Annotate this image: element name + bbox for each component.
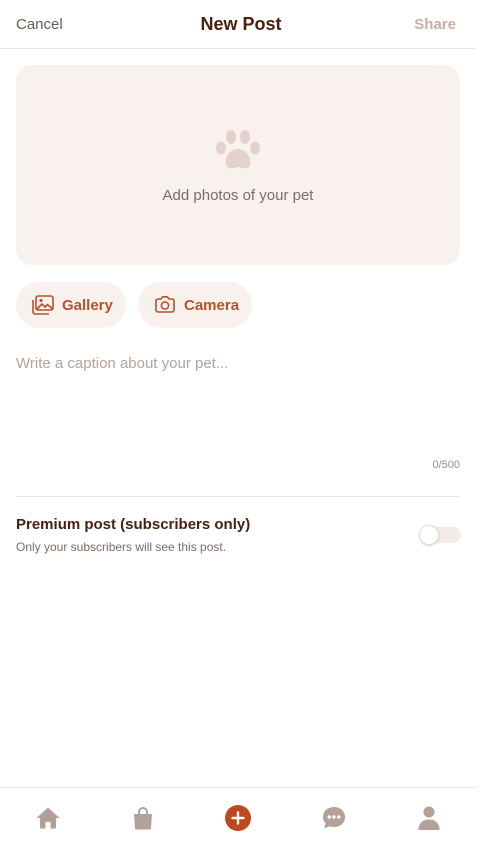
home-icon	[36, 807, 60, 829]
shopping-bag-icon	[134, 807, 152, 830]
gallery-icon	[32, 295, 54, 315]
add-photos-text: Add photos of your pet	[162, 187, 314, 204]
divider	[16, 496, 460, 497]
tab-create-post[interactable]	[224, 804, 252, 832]
add-photos-area[interactable]: Add photos of your pet	[16, 65, 460, 265]
premium-post-toggle[interactable]	[419, 525, 461, 545]
caption-character-counter: 0/500	[432, 459, 460, 471]
bottom-tab-bar	[0, 787, 476, 844]
share-button[interactable]: Share	[414, 16, 456, 33]
cancel-button[interactable]: Cancel	[16, 16, 63, 33]
camera-button[interactable]: Camera	[138, 282, 252, 328]
tab-profile[interactable]	[415, 804, 443, 832]
premium-post-description: Only your subscribers will see this post…	[16, 540, 227, 554]
tab-home[interactable]	[34, 804, 62, 832]
gallery-label: Gallery	[62, 296, 113, 314]
premium-post-title: Premium post (subscribers only)	[16, 516, 251, 533]
camera-label: Camera	[184, 296, 240, 314]
caption-input[interactable]	[16, 352, 460, 448]
tab-messages[interactable]	[320, 804, 348, 832]
tab-shop[interactable]	[129, 804, 157, 832]
top-bar: Cancel New Post Share	[0, 0, 476, 49]
person-icon	[418, 806, 440, 830]
gallery-button[interactable]: Gallery	[16, 282, 126, 328]
plus-circle-icon	[225, 805, 251, 831]
paw-icon	[216, 130, 260, 169]
camera-icon	[155, 296, 175, 313]
toggle-knob	[419, 525, 439, 545]
page-title: New Post	[200, 14, 282, 34]
chat-bubble-icon	[323, 807, 345, 829]
